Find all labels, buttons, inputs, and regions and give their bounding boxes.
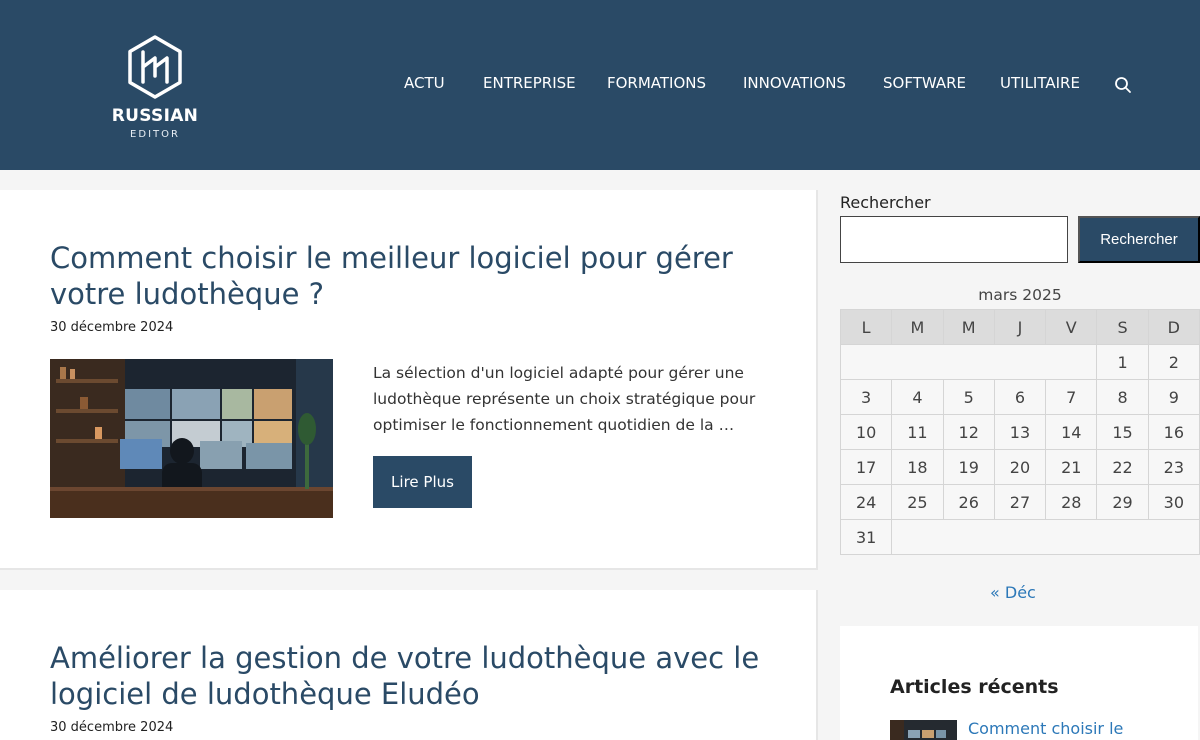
search-label: Rechercher — [840, 193, 931, 212]
calendar-day: 6 — [993, 379, 1047, 415]
calendar-day: 23 — [1147, 449, 1200, 485]
calendar-day: 19 — [942, 449, 995, 485]
calendar-day: 30 — [1147, 484, 1200, 520]
weekday-header: L — [839, 309, 893, 345]
calendar-day: 20 — [993, 449, 1047, 485]
nav-item-entreprise[interactable]: ENTREPRISE — [483, 74, 576, 92]
calendar-day: 4 — [891, 379, 944, 415]
calendar-day: 10 — [839, 414, 893, 450]
calendar-day: 2 — [1147, 344, 1200, 380]
article-card: Améliorer la gestion de votre ludothèque… — [0, 590, 818, 740]
article-title[interactable]: Améliorer la gestion de votre ludothèque… — [50, 640, 770, 712]
calendar-prev-month-link[interactable]: « Déc — [990, 583, 1036, 602]
weekday-header: J — [993, 309, 1047, 345]
calendar-day: 12 — [942, 414, 995, 450]
article-date: 30 décembre 2024 — [50, 320, 174, 335]
calendar-day: 18 — [891, 449, 944, 485]
calendar-day: 7 — [1045, 379, 1098, 415]
calendar-caption: mars 2025 — [978, 286, 1062, 304]
workstation-image — [50, 359, 333, 518]
calendar-week: 3 4 5 6 7 8 9 — [839, 379, 1200, 415]
nav-item-formations[interactable]: FORMATIONS — [607, 74, 706, 92]
article-thumbnail[interactable] — [50, 359, 333, 518]
widget-title: Articles récents — [890, 676, 1059, 698]
calendar-day: 13 — [993, 414, 1047, 450]
calendar-day: 5 — [942, 379, 995, 415]
calendar-week: 31 — [839, 519, 1200, 555]
recent-article-link[interactable]: Comment choisir le — [968, 719, 1123, 738]
weekday-header: M — [942, 309, 995, 345]
calendar-day: 1 — [1096, 344, 1149, 380]
weekday-header: V — [1045, 309, 1098, 345]
calendar-day: 27 — [993, 484, 1047, 520]
calendar-day: 16 — [1147, 414, 1200, 450]
calendar-table: L M M J V S D 1 2 3 4 5 6 7 8 9 10 11 12… — [839, 309, 1200, 555]
search-button[interactable]: Rechercher — [1078, 216, 1200, 263]
search-input[interactable] — [840, 216, 1068, 263]
nav-item-actu[interactable]: ACTU — [404, 74, 445, 92]
article-excerpt: La sélection d'un logiciel adapté pour g… — [373, 364, 756, 434]
calendar-day: 17 — [839, 449, 893, 485]
weekday-header: D — [1147, 309, 1200, 345]
calendar-day: 14 — [1045, 414, 1098, 450]
read-more-button[interactable]: Lire Plus — [373, 456, 472, 508]
calendar-pad — [891, 519, 1200, 555]
nav-item-software[interactable]: SOFTWARE — [883, 74, 966, 92]
weekday-header: S — [1096, 309, 1149, 345]
calendar-day: 8 — [1096, 379, 1149, 415]
calendar-week: 1 2 — [839, 344, 1200, 380]
calendar-day: 26 — [942, 484, 995, 520]
search-icon[interactable] — [1114, 76, 1132, 94]
article-date: 30 décembre 2024 — [50, 720, 174, 735]
site-logo[interactable]: RUSSIAN EDITOR — [108, 34, 202, 144]
nav-item-utilitaire[interactable]: UTILITAIRE — [1000, 74, 1080, 92]
calendar-week: 17 18 19 20 21 22 23 — [839, 449, 1200, 485]
calendar-day: 15 — [1096, 414, 1149, 450]
workstation-image — [890, 720, 957, 740]
calendar-pad — [839, 344, 1098, 380]
calendar-weekday-row: L M M J V S D — [839, 309, 1200, 345]
recent-article-thumbnail[interactable] — [890, 720, 957, 740]
recent-articles-widget: Articles récents Comment choisir le — [840, 626, 1198, 740]
calendar-day: 29 — [1096, 484, 1149, 520]
calendar-day: 21 — [1045, 449, 1098, 485]
calendar-day: 9 — [1147, 379, 1200, 415]
article-title[interactable]: Comment choisir le meilleur logiciel pou… — [50, 240, 770, 312]
calendar-day: 11 — [891, 414, 944, 450]
calendar-day: 3 — [839, 379, 893, 415]
logo-subtitle: EDITOR — [130, 129, 180, 140]
article-card: Comment choisir le meilleur logiciel pou… — [0, 190, 818, 570]
calendar-day: 24 — [839, 484, 893, 520]
calendar-week: 10 11 12 13 14 15 16 — [839, 414, 1200, 450]
logo-hexagon-icon — [128, 35, 182, 99]
weekday-header: M — [891, 309, 944, 345]
calendar-day: 22 — [1096, 449, 1149, 485]
calendar-week: 24 25 26 27 28 29 30 — [839, 484, 1200, 520]
calendar-day: 28 — [1045, 484, 1098, 520]
logo-name: RUSSIAN — [111, 106, 199, 126]
calendar-day: 31 — [839, 519, 893, 555]
nav-item-innovations[interactable]: INNOVATIONS — [743, 74, 846, 92]
calendar-day: 25 — [891, 484, 944, 520]
site-header: RUSSIAN EDITOR ACTU ENTREPRISE FORMATION… — [0, 0, 1200, 170]
